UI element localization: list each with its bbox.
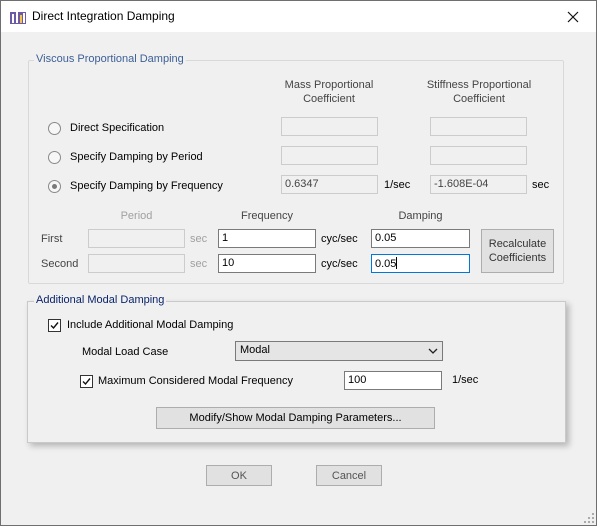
- period-stiffness-field[interactable]: [430, 146, 527, 165]
- modal-group-title: Additional Modal Damping: [34, 294, 167, 306]
- chevron-down-icon: [428, 348, 438, 354]
- modal-load-case-select[interactable]: Modal: [235, 341, 443, 361]
- first-period-unit: sec: [190, 233, 208, 245]
- stiffness-header-line2: Coefficient: [453, 93, 505, 105]
- cancel-button[interactable]: Cancel: [316, 465, 382, 486]
- max-modal-frequency-unit: 1/sec: [452, 374, 479, 386]
- ok-button[interactable]: OK: [206, 465, 272, 486]
- direct-mass-field[interactable]: [281, 117, 378, 136]
- second-damping-value: 0.05: [375, 258, 397, 270]
- modal-load-case-value: Modal: [240, 344, 270, 356]
- radio-direct-specification[interactable]: [48, 122, 61, 135]
- viscous-group-title: Viscous Proportional Damping: [34, 53, 186, 65]
- stiffness-coefficient-value[interactable]: -1.608E-04: [430, 175, 527, 194]
- dialog-window: Direct Integration Damping Viscous Propo…: [0, 0, 597, 526]
- modal-load-case-label: Modal Load Case: [82, 346, 169, 358]
- frequency-header: Frequency: [241, 210, 293, 222]
- direct-stiffness-field[interactable]: [430, 117, 527, 136]
- app-icon: [10, 11, 26, 24]
- first-frequency-unit: cyc/sec: [321, 233, 358, 245]
- second-period-field[interactable]: [88, 254, 185, 273]
- stiffness-coefficient-header: Stiffness Proportional Coefficient: [424, 78, 534, 106]
- text-caret: [396, 257, 398, 269]
- damping-by-period-label: Specify Damping by Period: [70, 151, 203, 163]
- close-button[interactable]: [550, 1, 596, 32]
- period-header: Period: [120, 210, 153, 222]
- radio-damping-by-frequency[interactable]: [48, 180, 61, 193]
- stiffness-header-line1: Stiffness Proportional: [426, 79, 532, 91]
- checkmark-icon: [82, 378, 91, 386]
- max-modal-frequency-field[interactable]: 100: [344, 371, 442, 390]
- recalc-line1: Recalculate: [488, 238, 547, 250]
- window-title: Direct Integration Damping: [32, 9, 175, 23]
- second-row-label: Second: [41, 258, 79, 270]
- mass-coefficient-header: Mass Proportional Coefficient: [279, 78, 379, 106]
- max-modal-frequency-checkbox[interactable]: [80, 375, 93, 388]
- include-modal-damping-label: Include Additional Modal Damping: [67, 319, 234, 331]
- radio-damping-by-period[interactable]: [48, 151, 61, 164]
- stiffness-unit-label: sec: [532, 179, 550, 191]
- ok-button-label: OK: [231, 469, 247, 482]
- second-frequency-unit: cyc/sec: [321, 258, 358, 270]
- damping-header: Damping: [398, 210, 443, 222]
- first-row-label: First: [41, 233, 63, 245]
- mass-header-line2: Coefficient: [303, 93, 355, 105]
- max-modal-frequency-label: Maximum Considered Modal Frequency: [98, 375, 294, 387]
- recalculate-coefficients-button[interactable]: Recalculate Coefficients: [481, 229, 554, 273]
- include-modal-damping-checkbox[interactable]: [48, 319, 61, 332]
- checkmark-icon: [50, 322, 59, 330]
- recalc-line2: Coefficients: [488, 252, 547, 264]
- title-bar: Direct Integration Damping: [1, 1, 596, 32]
- second-frequency-field[interactable]: 10: [218, 254, 316, 273]
- modify-show-modal-damping-button[interactable]: Modify/Show Modal Damping Parameters...: [156, 407, 435, 429]
- second-period-unit: sec: [190, 258, 208, 270]
- period-mass-field[interactable]: [281, 146, 378, 165]
- first-period-field[interactable]: [88, 229, 185, 248]
- cancel-button-label: Cancel: [331, 469, 367, 482]
- mass-header-line1: Mass Proportional: [284, 79, 374, 91]
- resize-grip-icon[interactable]: [584, 513, 594, 523]
- close-icon: [567, 11, 579, 22]
- modify-button-label: Modify/Show Modal Damping Parameters...: [189, 412, 402, 424]
- damping-by-frequency-label: Specify Damping by Frequency: [70, 180, 223, 192]
- second-damping-field[interactable]: 0.05: [371, 254, 470, 273]
- first-frequency-field[interactable]: 1: [218, 229, 316, 248]
- mass-unit-label: 1/sec: [384, 179, 411, 191]
- direct-specification-label: Direct Specification: [70, 122, 165, 134]
- mass-coefficient-value[interactable]: 0.6347: [281, 175, 378, 194]
- first-damping-field[interactable]: 0.05: [371, 229, 470, 248]
